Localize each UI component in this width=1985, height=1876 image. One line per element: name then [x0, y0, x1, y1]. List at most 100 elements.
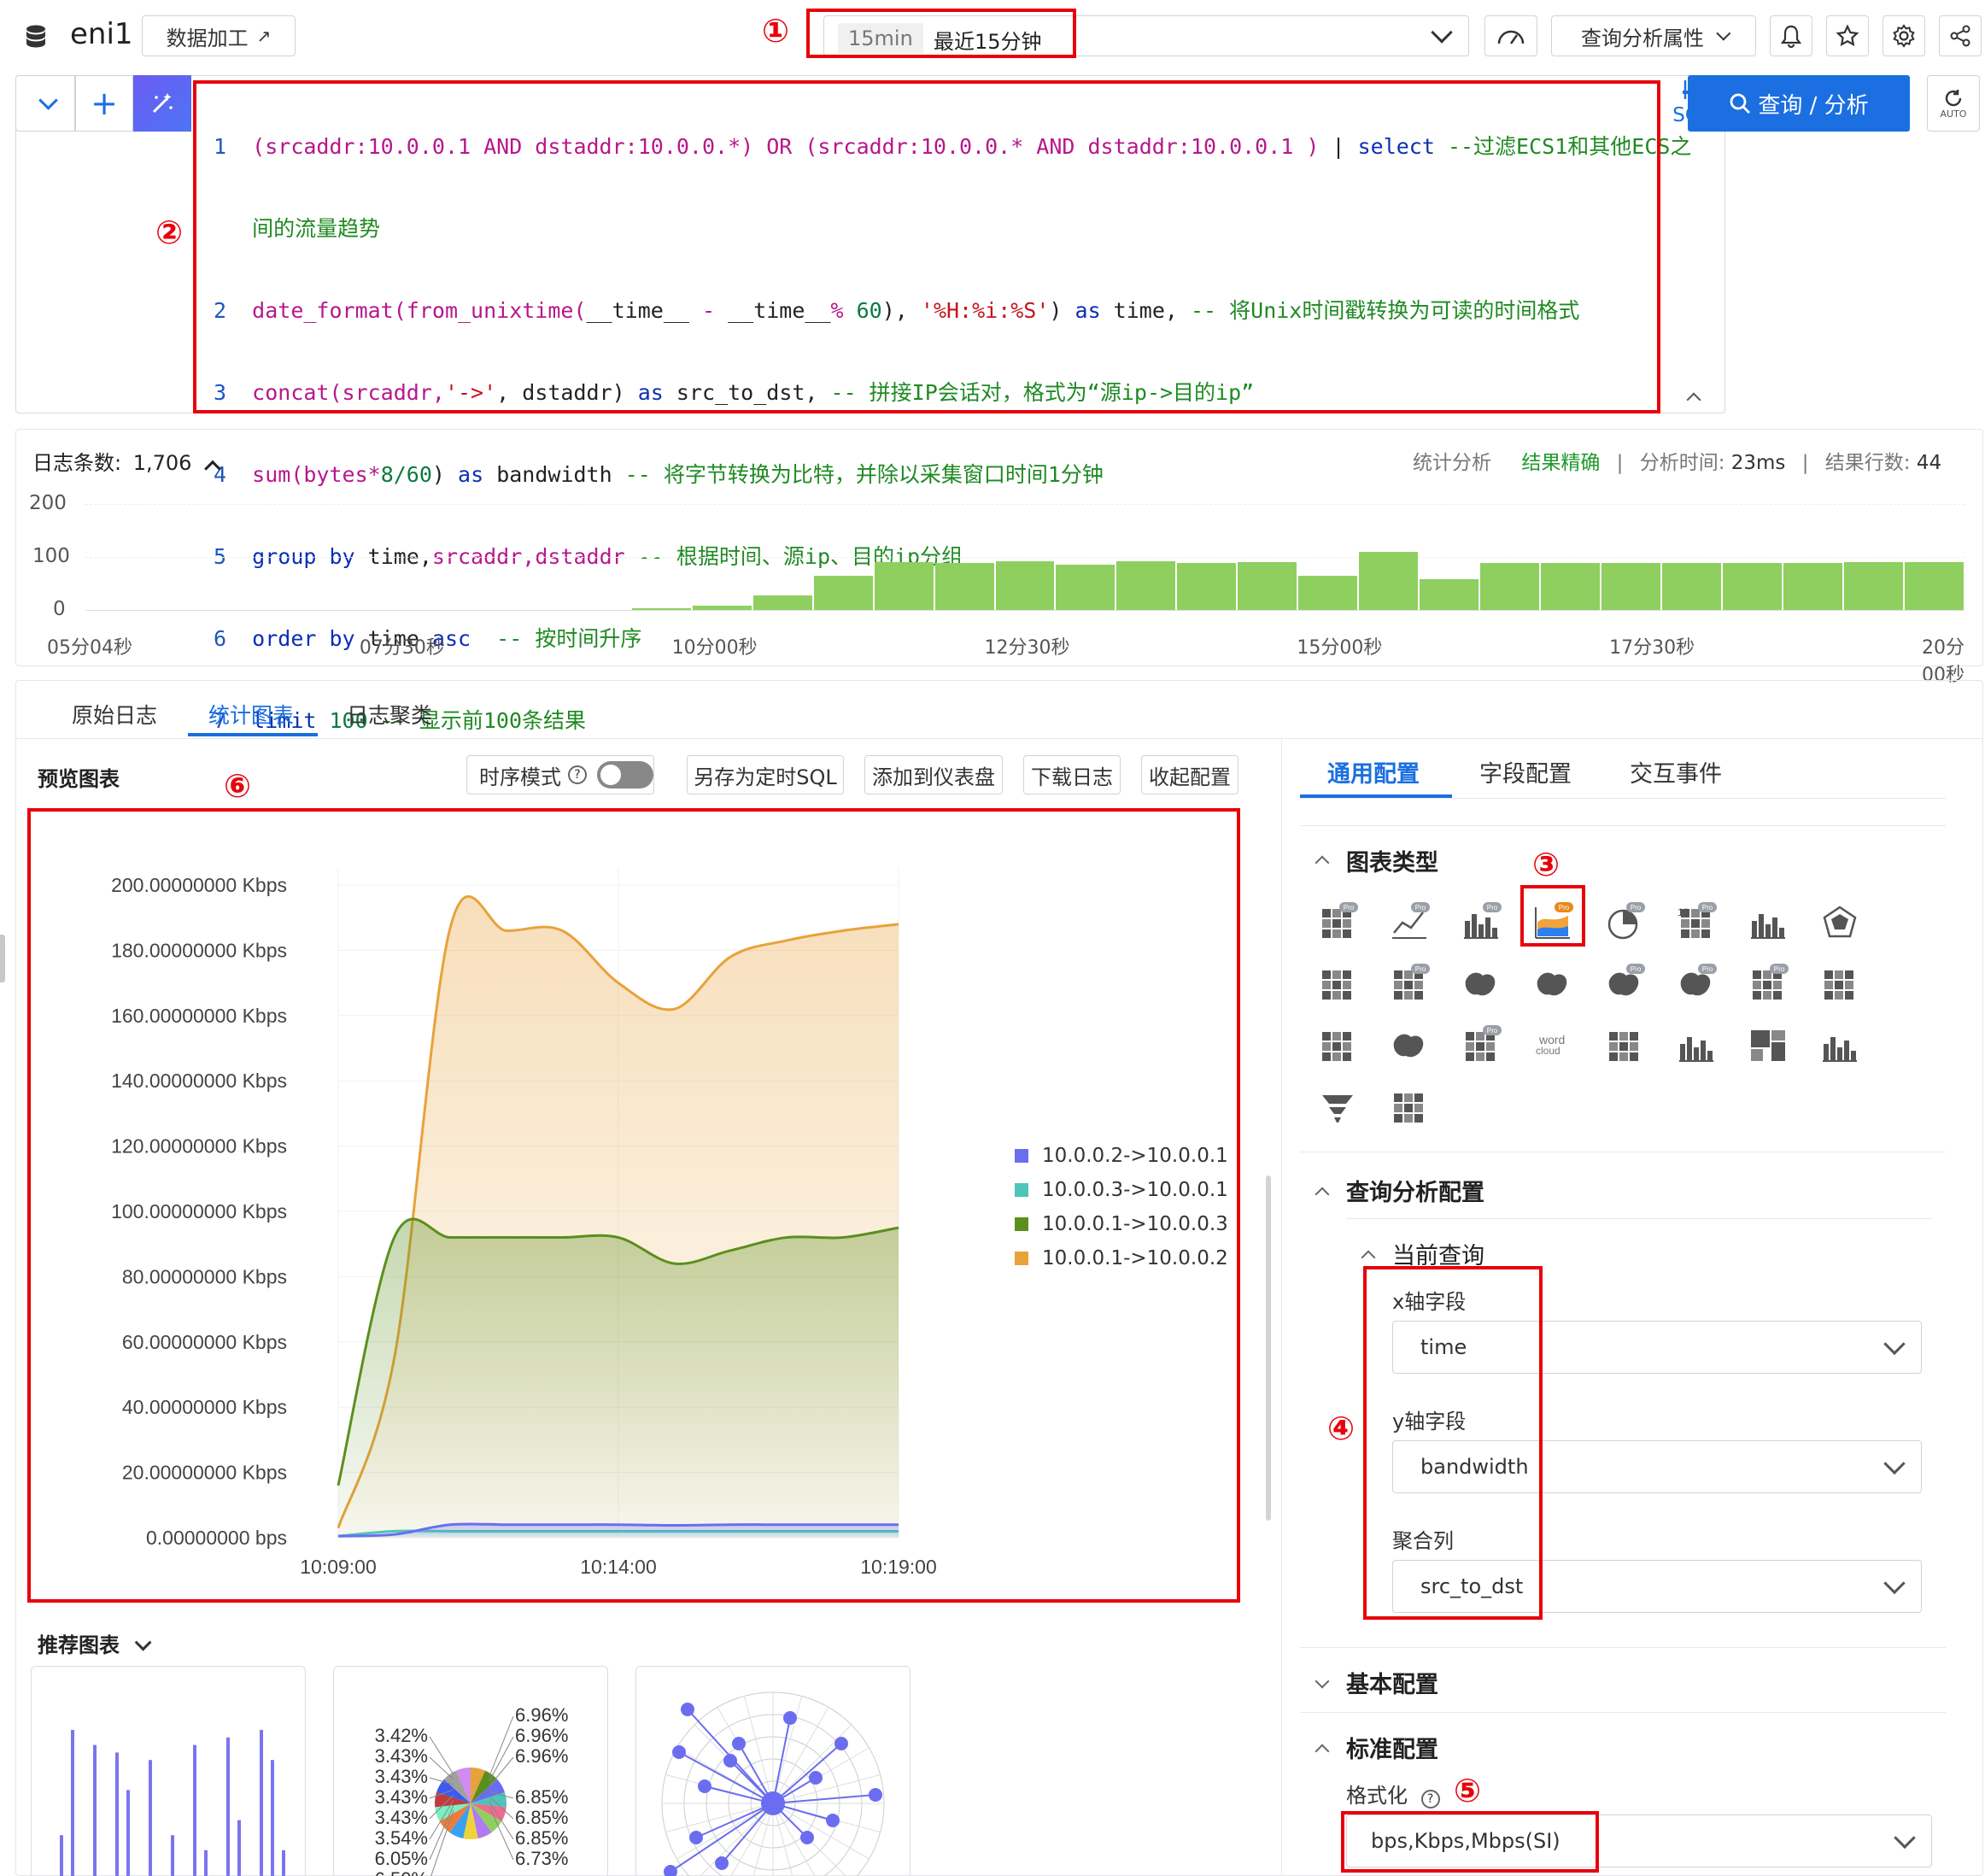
annotation-4: ④ — [1327, 1410, 1356, 1447]
config-divider — [1281, 740, 1282, 1876]
pie-chart-pro-icon[interactable]: Pro — [1604, 902, 1645, 943]
log-count[interactable]: 日志条数: 1,706 — [32, 446, 221, 478]
recommended-title[interactable]: 推荐图表 — [38, 1628, 152, 1658]
histogram-bar[interactable] — [1238, 562, 1297, 610]
line-chart-pro-icon[interactable]: Pro — [1389, 902, 1430, 943]
histogram-bar[interactable] — [1177, 563, 1237, 610]
bar-chart-pro-icon[interactable]: Pro — [1461, 902, 1502, 943]
flow-graph-icon[interactable] — [1317, 1025, 1358, 1066]
thumb-graph-node — [826, 1814, 840, 1827]
single-value-pro-icon[interactable]: Pro 12 — [1676, 902, 1717, 943]
download-log-button[interactable]: 下载日志 — [1023, 755, 1121, 794]
tab-raw-logs[interactable]: 原始日志 — [72, 699, 157, 730]
histogram-bar[interactable] — [813, 575, 873, 610]
config-tab-interaction[interactable]: 交互事件 — [1630, 755, 1722, 789]
histogram-bar[interactable] — [752, 595, 812, 610]
share-button[interactable] — [1939, 15, 1982, 56]
chart-scrollbar[interactable] — [1266, 1175, 1271, 1521]
svg-text:Pro: Pro — [1344, 904, 1355, 912]
histogram-bar[interactable] — [1844, 562, 1904, 610]
toggle-switch[interactable] — [597, 761, 653, 789]
table-pro-icon-glyph: Pro — [1322, 902, 1358, 938]
histogram-bar[interactable] — [1056, 565, 1115, 610]
table-pro-icon[interactable]: Pro — [1317, 902, 1358, 943]
legend-label: 10.0.0.3->10.0.0.1 — [1042, 1179, 1228, 1201]
topology-icon[interactable] — [1604, 1025, 1645, 1066]
histogram-bar[interactable] — [1298, 575, 1358, 610]
tab-log-cluster[interactable]: 日志聚类 — [347, 699, 432, 730]
histogram-bar[interactable] — [1420, 579, 1479, 610]
add-query-button[interactable]: + — [75, 75, 133, 132]
histogram-bar[interactable] — [631, 608, 691, 610]
left-edge-handle[interactable] — [0, 935, 5, 982]
list-pro-icon-glyph: Pro — [1466, 1025, 1502, 1061]
svg-text:Pro: Pro — [1774, 965, 1785, 973]
config-tab-general[interactable]: 通用配置 — [1327, 755, 1420, 789]
tab-stats-chart[interactable]: 统计图表 — [208, 699, 294, 730]
legend-item[interactable]: 10.0.0.2->10.0.0.1 — [1015, 1145, 1228, 1167]
histogram-bar[interactable] — [874, 562, 934, 610]
help-icon: ? — [1420, 1790, 1440, 1809]
histogram-icon[interactable] — [1748, 902, 1789, 943]
china-map-icon[interactable] — [1461, 964, 1502, 1005]
hist-x-tick: 05分04秒 — [47, 637, 132, 659]
histogram-bar[interactable] — [1723, 563, 1783, 610]
column-stack-icon[interactable] — [1676, 1025, 1717, 1066]
data-process-button[interactable]: 数据加工 ↗ — [142, 15, 296, 56]
gear-icon — [1893, 24, 1915, 48]
word-cloud-icon[interactable]: word cloud — [1532, 1025, 1573, 1066]
thumb-pie-label: 6.96% — [515, 1725, 568, 1746]
histogram-bar[interactable] — [1783, 563, 1843, 610]
location-map-icon[interactable] — [1389, 1025, 1430, 1066]
thumb-bar — [204, 1850, 208, 1876]
recommended-pie-chart[interactable]: 3.42%3.43%3.43%3.43%3.43%3.54%6.05%6.50%… — [333, 1666, 608, 1876]
recommended-bar-chart[interactable] — [31, 1666, 306, 1876]
cloud-map-pro-icon[interactable]: Pro — [1676, 964, 1717, 1005]
progress-list-pro-icon[interactable]: Pro — [1748, 964, 1789, 1005]
legend-swatch — [1015, 1217, 1028, 1231]
histogram-bar[interactable] — [1662, 563, 1722, 610]
query-analyze-button[interactable]: 查询 / 分析 — [1688, 75, 1910, 132]
histogram-bar[interactable] — [1905, 562, 1964, 610]
histogram-bar[interactable] — [1116, 560, 1176, 610]
geo-map-pro-icon[interactable]: Pro — [1604, 964, 1645, 1005]
speed-gauge-button[interactable] — [1484, 15, 1537, 56]
result-rows-value: 44 — [1916, 452, 1942, 474]
histogram-bar[interactable] — [1359, 551, 1419, 610]
calendar-table-icon[interactable] — [1317, 964, 1358, 1005]
save-scheduled-sql-button[interactable]: 另存为定时SQL — [687, 755, 844, 794]
area-chart-pro-icon[interactable]: Pro — [1532, 902, 1573, 943]
cross-table-icon[interactable] — [1389, 1087, 1430, 1128]
stats-analysis-link[interactable]: 统计分析 — [1413, 452, 1491, 474]
box-plot-icon[interactable] — [1819, 964, 1860, 1005]
histogram-bar[interactable] — [934, 563, 994, 610]
settings-button[interactable] — [1883, 15, 1925, 56]
scatter-pro-icon[interactable]: Pro — [1389, 964, 1430, 1005]
ai-magic-button[interactable] — [133, 75, 191, 132]
list-pro-icon[interactable]: Pro — [1461, 1025, 1502, 1066]
legend-item[interactable]: 10.0.0.1->10.0.0.3 — [1015, 1213, 1228, 1235]
auto-refresh-button[interactable]: AUTO — [1927, 75, 1980, 132]
history-dropdown-button[interactable] — [15, 75, 75, 132]
query-attr-button[interactable]: 查询分析属性 — [1551, 15, 1756, 56]
histogram-bar[interactable] — [692, 606, 752, 610]
histogram-bar[interactable] — [1541, 563, 1601, 610]
analysis-time-value: 23ms — [1730, 452, 1786, 474]
funnel-icon[interactable] — [1317, 1087, 1358, 1128]
radar-icon[interactable] — [1819, 902, 1860, 943]
alert-bell-button[interactable] — [1770, 15, 1812, 56]
world-map-icon[interactable] — [1532, 964, 1573, 1005]
collapse-config-button[interactable]: 收起配置 — [1141, 755, 1238, 794]
timeline-bar-icon[interactable] — [1819, 1025, 1860, 1066]
recommended-graph-chart[interactable] — [635, 1666, 911, 1876]
config-tab-fields[interactable]: 字段配置 — [1479, 755, 1572, 789]
legend-item[interactable]: 10.0.0.1->10.0.0.2 — [1015, 1247, 1228, 1269]
histogram-bar[interactable] — [1480, 563, 1540, 610]
time-mode-toggle[interactable]: 时序模式 ? — [466, 755, 654, 794]
favorite-button[interactable] — [1826, 15, 1869, 56]
histogram-bar[interactable] — [1601, 563, 1661, 610]
histogram-bar[interactable] — [995, 560, 1055, 610]
treemap-icon[interactable] — [1748, 1025, 1789, 1066]
add-to-dashboard-button[interactable]: 添加到仪表盘 — [864, 755, 1003, 794]
legend-item[interactable]: 10.0.0.3->10.0.0.1 — [1015, 1179, 1228, 1201]
